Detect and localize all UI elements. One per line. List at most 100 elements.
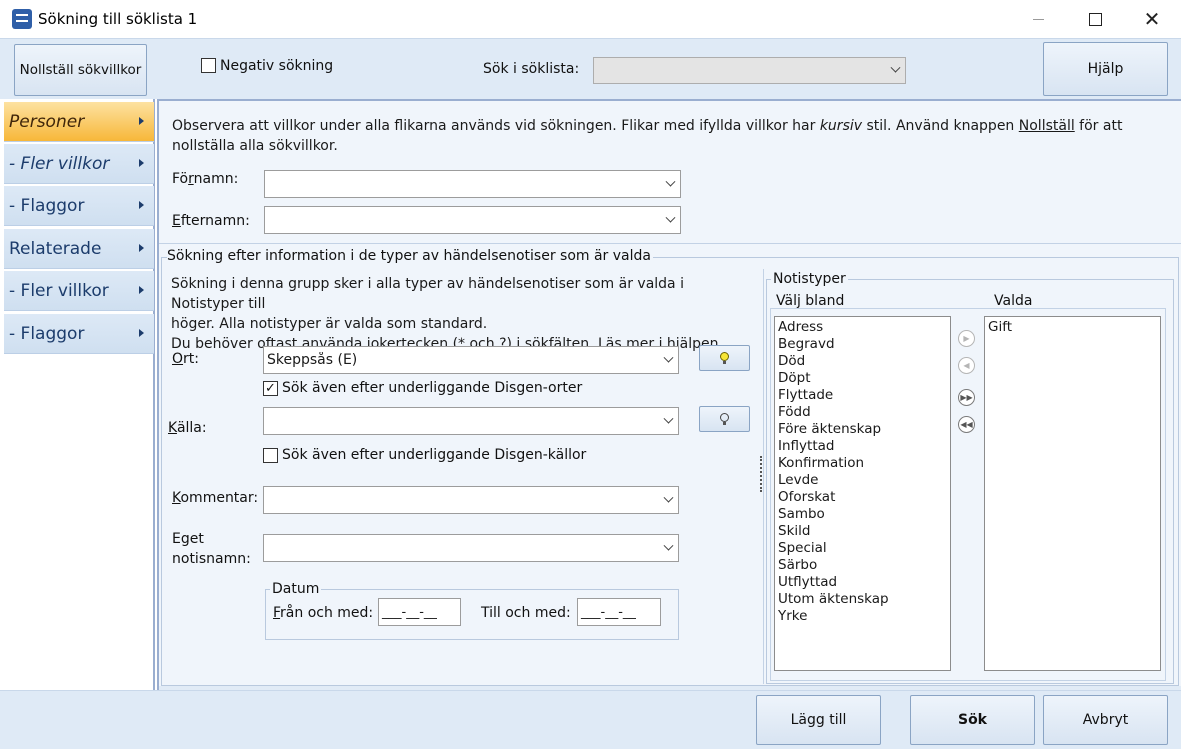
chevron-down-icon[interactable] — [658, 535, 678, 561]
move-right-button[interactable]: ▶ — [958, 330, 975, 347]
close-button[interactable]: ✕ — [1123, 0, 1181, 38]
double-arrow-left-icon: ◀◀ — [960, 419, 973, 429]
list-item[interactable]: Född — [778, 404, 947, 421]
comment-label: Kommentar: — [172, 490, 258, 506]
place-combo[interactable]: Skeppsås (E) — [263, 346, 679, 374]
label-part: fternamn: — [180, 213, 250, 229]
minimize-icon — [1032, 18, 1044, 20]
note-types-legend: Notistyper — [771, 271, 848, 287]
to-date-label: Till och med: — [481, 605, 571, 621]
available-types-list[interactable]: Adress Begravd Död Döpt Flyttade Född Före äkt… — [774, 316, 951, 671]
chevron-down-icon[interactable] — [660, 207, 680, 233]
event-group-legend: Sökning efter information i de typer av … — [167, 248, 653, 264]
sidebar-item-label: - Flaggor — [9, 195, 85, 216]
chevron-down-icon[interactable] — [660, 171, 680, 197]
label-part: rt: — [183, 351, 199, 367]
search-button[interactable]: Sök — [910, 695, 1035, 745]
list-item[interactable]: Skild — [778, 523, 947, 540]
chevron-right-icon — [139, 286, 144, 294]
own-notice-name-combo[interactable] — [263, 534, 679, 562]
list-item[interactable]: Inflyttad — [778, 438, 947, 455]
to-date-input[interactable]: ___-__-__ — [577, 598, 661, 626]
list-item[interactable]: Särbo — [778, 557, 947, 574]
cancel-button[interactable]: Avbryt — [1043, 695, 1168, 745]
available-types-label: Välj bland — [776, 293, 845, 309]
list-item[interactable]: Gift — [988, 319, 1157, 336]
label-part: namn: — [193, 171, 239, 187]
toolbar — [0, 38, 1181, 99]
list-item[interactable]: Utflyttad — [778, 574, 947, 591]
list-item[interactable]: Yrke — [778, 608, 947, 625]
list-item[interactable]: Sambo — [778, 506, 947, 523]
place-label: Ort: — [172, 351, 199, 367]
firstname-label: Förnamn: — [172, 171, 238, 187]
move-left-button[interactable]: ◀ — [958, 357, 975, 374]
lastname-combo[interactable] — [264, 206, 681, 234]
chosen-types-list[interactable]: Gift — [984, 316, 1161, 671]
list-item[interactable]: Utom äktenskap — [778, 591, 947, 608]
negative-search-label: Negativ sökning — [220, 58, 333, 74]
arrow-left-icon: ◀ — [963, 360, 970, 370]
help-button[interactable]: Hjälp — [1043, 42, 1168, 96]
list-item[interactable]: Flyttade — [778, 387, 947, 404]
text-line: höger. Alla notistyper är valda som stan… — [171, 316, 488, 332]
sidebar-item-label: - Fler villkor — [9, 153, 110, 174]
own-notice-name-label: Eget — [172, 531, 204, 547]
chevron-right-icon — [139, 159, 144, 167]
chevron-right-icon — [139, 117, 144, 125]
source-lookup-button[interactable] — [699, 406, 750, 432]
comment-combo[interactable] — [263, 486, 679, 514]
date-legend: Datum — [270, 581, 322, 597]
place-sub-checkbox[interactable]: ✓ — [263, 381, 278, 396]
own-notice-name-label-2: notisnamn: — [172, 551, 251, 567]
list-item[interactable]: Död — [778, 353, 947, 370]
sidebar-item-label: - Flaggor — [9, 323, 85, 344]
reset-link[interactable]: Nollställ — [1019, 118, 1075, 134]
chevron-down-icon[interactable] — [885, 58, 905, 83]
sidebar-item-flags[interactable]: - Flaggor — [4, 186, 154, 226]
firstname-combo[interactable] — [264, 170, 681, 198]
list-item[interactable]: Före äktenskap — [778, 421, 947, 438]
add-button[interactable]: Lägg till — [756, 695, 881, 745]
sidebar-item-related-more-conditions[interactable]: - Fler villkor — [4, 271, 154, 311]
maximize-button[interactable] — [1066, 0, 1124, 38]
move-all-right-button[interactable]: ▶▶ — [958, 389, 975, 406]
sidebar-item-related[interactable]: Relaterade — [4, 229, 154, 269]
source-label: Källa: — [168, 420, 207, 436]
chevron-down-icon[interactable] — [658, 487, 678, 513]
list-item[interactable]: Special — [778, 540, 947, 557]
lastname-label: Efternamn: — [172, 213, 250, 229]
list-item[interactable]: Adress — [778, 319, 947, 336]
list-item[interactable]: Levde — [778, 472, 947, 489]
place-lookup-button[interactable] — [699, 345, 750, 371]
sidebar: Personer - Fler villkor - Flaggor Relate… — [0, 99, 155, 690]
window-title: Sökning till söklista 1 — [38, 10, 198, 28]
sidebar-item-more-conditions[interactable]: - Fler villkor — [4, 144, 154, 184]
list-item[interactable]: Döpt — [778, 370, 947, 387]
lightbulb-icon — [720, 412, 729, 425]
move-all-left-button[interactable]: ◀◀ — [958, 416, 975, 433]
negative-search-text: Negativ sökning — [220, 58, 334, 74]
splitter-grip[interactable] — [760, 456, 763, 492]
list-item[interactable]: Konfirmation — [778, 455, 947, 472]
negative-search-checkbox[interactable] — [201, 58, 216, 73]
chevron-down-icon[interactable] — [658, 408, 678, 434]
search-in-list-combo[interactable] — [593, 57, 906, 84]
from-date-input[interactable]: ___-__-__ — [378, 598, 461, 626]
source-sub-checkbox[interactable] — [263, 448, 278, 463]
chevron-right-icon — [139, 329, 144, 337]
sidebar-item-persons[interactable]: Personer — [4, 102, 154, 142]
chevron-down-icon[interactable] — [658, 347, 678, 373]
minimize-button[interactable] — [1009, 0, 1067, 38]
label-part: O — [172, 351, 184, 367]
sidebar-item-related-flags[interactable]: - Flaggor — [4, 314, 154, 354]
list-item[interactable]: Begravd — [778, 336, 947, 353]
reset-conditions-button[interactable]: Nollställ sökvillkor — [14, 44, 147, 96]
label-part: älla: — [176, 420, 207, 436]
maximize-icon — [1088, 12, 1102, 26]
place-value: Skeppsås (E) — [267, 352, 358, 368]
notice-italic: kursiv — [819, 118, 863, 134]
chevron-right-icon — [139, 201, 144, 209]
list-item[interactable]: Oforskat — [778, 489, 947, 506]
source-combo[interactable] — [263, 407, 679, 435]
